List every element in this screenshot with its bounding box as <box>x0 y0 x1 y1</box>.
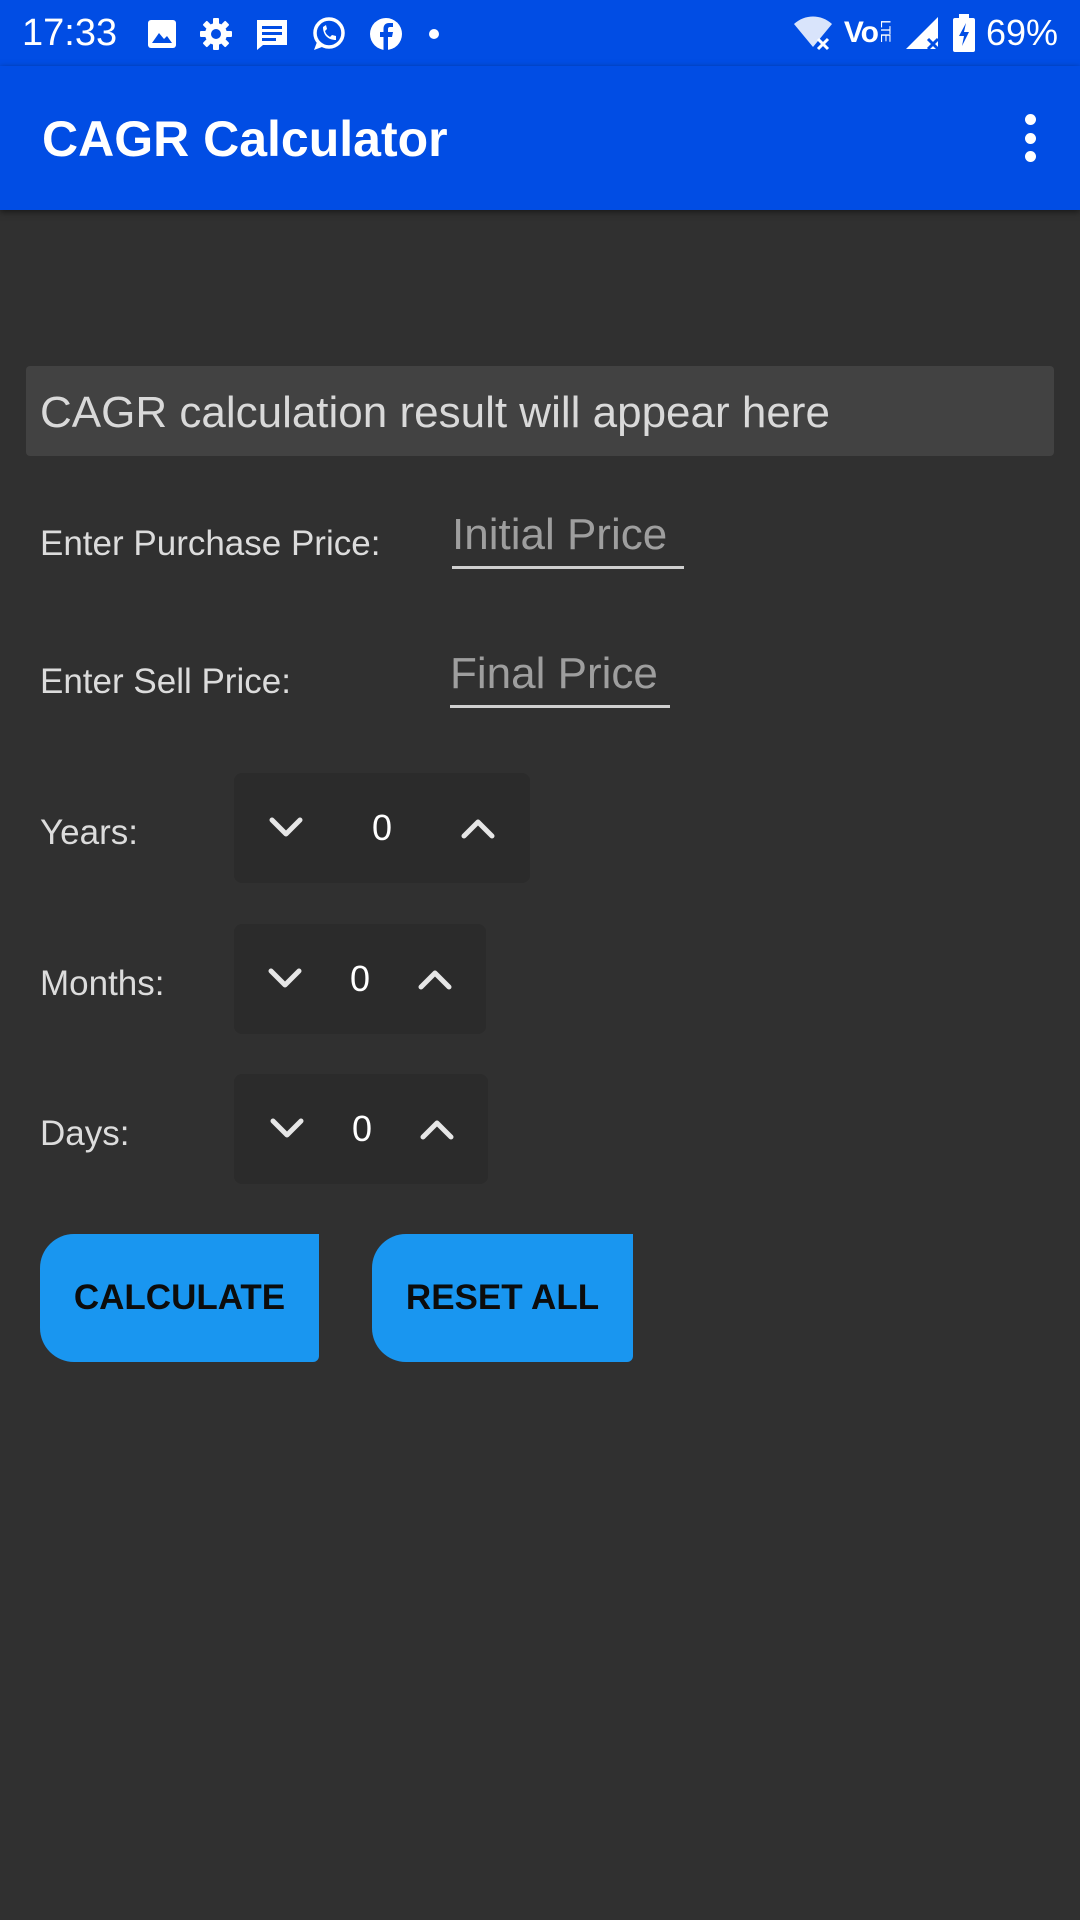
battery-charging-icon <box>952 14 975 52</box>
years-label: Years: <box>40 813 138 852</box>
status-bar: 17:33 VoLTE 69% <box>0 0 1080 66</box>
days-value[interactable]: 0 <box>322 1108 402 1150</box>
app-bar: CAGR Calculator <box>0 66 1080 210</box>
chevron-up-icon <box>418 970 452 990</box>
days-increment-button[interactable] <box>402 1094 472 1164</box>
notification-icons <box>146 14 444 54</box>
battery-percent: 69% <box>985 12 1058 53</box>
signal-icon <box>905 17 939 51</box>
menu-dot <box>1024 114 1036 125</box>
months-stepper[interactable]: 0 <box>234 924 486 1034</box>
messages-icon <box>257 20 287 50</box>
app-title: CAGR Calculator <box>42 111 448 167</box>
facebook-icon <box>370 18 402 50</box>
calculate-button[interactable]: CALCULATE <box>40 1234 319 1362</box>
chevron-down-icon <box>269 817 303 837</box>
months-increment-button[interactable] <box>400 944 470 1014</box>
lte-text: LTE <box>877 20 894 42</box>
months-label: Months: <box>40 964 165 1003</box>
purchase-price-label: Enter Purchase Price: <box>40 524 381 563</box>
volte-text: Vo <box>843 16 879 49</box>
settings-icon <box>200 18 232 50</box>
years-value[interactable]: 0 <box>321 807 443 849</box>
days-label: Days: <box>40 1114 130 1153</box>
chevron-up-icon <box>420 1120 454 1140</box>
years-increment-button[interactable] <box>443 793 513 863</box>
gallery-icon <box>148 20 176 48</box>
whatsapp-icon <box>313 17 345 50</box>
dot-icon <box>429 29 439 39</box>
years-stepper[interactable]: 0 <box>234 773 530 883</box>
chevron-up-icon <box>461 819 495 839</box>
wifi-icon <box>793 16 832 51</box>
status-right: VoLTE 69% <box>792 12 1058 54</box>
chevron-down-icon <box>268 968 302 988</box>
more-vertical-icon[interactable] <box>1006 108 1054 168</box>
menu-dot <box>1024 132 1036 144</box>
result-display: CAGR calculation result will appear here <box>26 366 1054 456</box>
years-decrement-button[interactable] <box>251 793 321 863</box>
months-value[interactable]: 0 <box>320 958 400 1000</box>
days-decrement-button[interactable] <box>252 1094 322 1164</box>
reset-all-button[interactable]: RESET ALL <box>372 1234 633 1362</box>
status-time: 17:33 <box>22 12 118 54</box>
days-stepper[interactable]: 0 <box>234 1074 488 1184</box>
menu-dot <box>1024 151 1036 162</box>
purchase-price-input[interactable]: Initial Price <box>452 510 684 569</box>
volte-indicator: VoLTE <box>844 16 894 50</box>
sell-price-input[interactable]: Final Price <box>450 649 670 708</box>
chevron-down-icon <box>270 1118 304 1138</box>
sell-price-label: Enter Sell Price: <box>40 662 291 701</box>
months-decrement-button[interactable] <box>250 944 320 1014</box>
